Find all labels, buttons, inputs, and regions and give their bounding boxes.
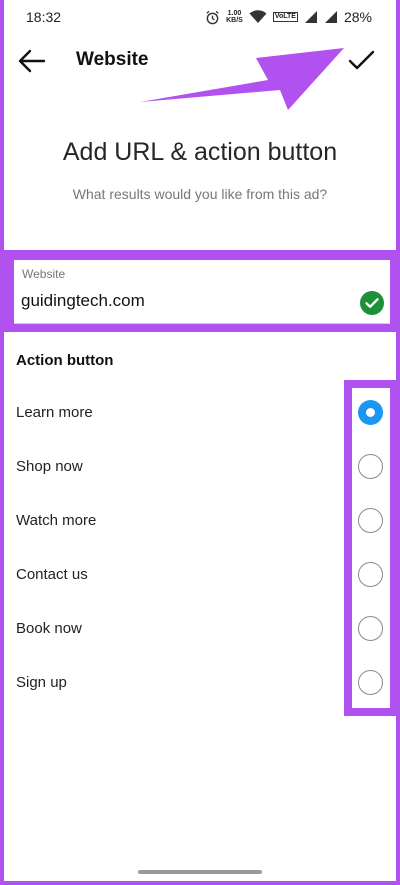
option-shop-now[interactable]: Shop now: [4, 440, 396, 494]
radio-learn-more[interactable]: [358, 400, 383, 425]
radio-contact-us[interactable]: [358, 562, 383, 587]
option-label: Book now: [16, 620, 82, 637]
radio-shop-now[interactable]: [358, 454, 383, 479]
home-indicator[interactable]: [138, 870, 262, 874]
section-title: Action button: [16, 352, 114, 369]
option-label: Contact us: [16, 566, 88, 583]
app-bar: Website: [4, 38, 396, 84]
option-watch-more[interactable]: Watch more: [4, 494, 396, 548]
option-label: Learn more: [16, 404, 93, 421]
option-label: Sign up: [16, 674, 67, 691]
website-input[interactable]: [21, 291, 341, 311]
page-title: Website: [76, 49, 149, 70]
signal-icon-secondary: [324, 11, 337, 23]
option-label: Watch more: [16, 512, 97, 529]
radio-watch-more[interactable]: [358, 508, 383, 533]
option-contact-us[interactable]: Contact us: [4, 548, 396, 602]
signal-icon: [304, 11, 317, 23]
website-field-label: Website: [22, 267, 66, 281]
status-bar: 18:32 1.00 KB/S VoLTE 28%: [4, 0, 396, 34]
battery-level: 28%: [343, 9, 372, 25]
headline: Add URL & action button: [62, 138, 338, 166]
website-field[interactable]: Website: [14, 260, 390, 324]
checkmark-icon: [348, 50, 375, 70]
option-label: Shop now: [16, 458, 83, 475]
alarm-icon: [206, 10, 219, 24]
radio-sign-up[interactable]: [358, 670, 383, 695]
option-book-now[interactable]: Book now: [4, 602, 396, 656]
radio-book-now[interactable]: [358, 616, 383, 641]
status-icons: 1.00 KB/S VoLTE 28%: [205, 9, 372, 25]
network-badge: VoLTE: [272, 12, 298, 22]
wifi-icon: [249, 10, 267, 23]
status-time: 18:32: [26, 9, 62, 25]
back-button[interactable]: [16, 46, 48, 76]
done-button[interactable]: [346, 46, 376, 76]
net-speed: 1.00 KB/S: [226, 10, 243, 24]
check-circle-icon: [360, 291, 384, 315]
arrow-left-icon: [18, 49, 46, 73]
subheadline: What results would you like from this ad…: [72, 186, 328, 202]
option-sign-up[interactable]: Sign up: [4, 656, 396, 710]
screen: 18:32 1.00 KB/S VoLTE 28% Website Add UR…: [4, 0, 396, 881]
option-learn-more[interactable]: Learn more: [4, 386, 396, 440]
